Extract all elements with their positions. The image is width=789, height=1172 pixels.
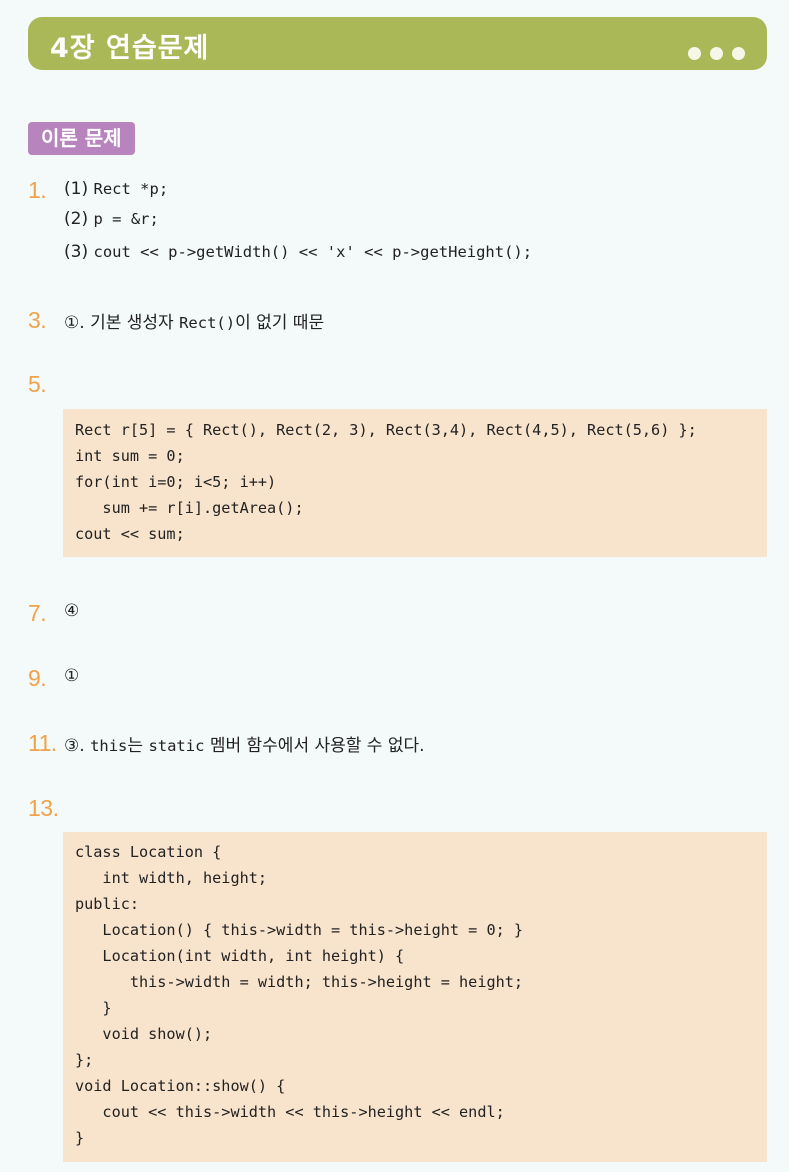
code-line: cout << this->width << this->height << e… (75, 1103, 505, 1121)
q1-marker: (1) (64, 179, 89, 199)
code-line: this->width = width; this->height = heig… (75, 973, 524, 991)
q1-line-1: (1) Rect *p; (64, 179, 168, 199)
question-number-1: 1. (28, 177, 47, 203)
question-number-13: 13. (28, 795, 59, 821)
question-number-3: 3. (28, 307, 47, 333)
code-line: int sum = 0; (75, 447, 185, 465)
code-line: void show(); (75, 1025, 213, 1043)
q7-answer: ④ (64, 601, 80, 621)
q3-code: Rect() (179, 314, 236, 332)
question-number-7: 7. (28, 600, 47, 626)
dot-icon (732, 47, 745, 60)
code-block-q13: class Location { int width, height; publ… (63, 832, 767, 1162)
q9-answer: ① (64, 666, 80, 686)
q11-answer: ③. this는 static 멤버 함수에서 사용할 수 없다. (64, 731, 425, 756)
code-line: public: (75, 895, 140, 913)
code-line: }; (75, 1051, 94, 1069)
q11-text-end: 멤버 함수에서 사용할 수 없다. (204, 736, 425, 756)
section-badge: 이론 문제 (28, 122, 135, 155)
q3-text-end: 이 없기 때문 (235, 313, 325, 333)
q11-marker: ③. (64, 736, 85, 756)
code-line: cout << sum; (75, 525, 185, 543)
q1-line-3: (3) cout << p->getWidth() << 'x' << p->g… (64, 242, 532, 262)
code-block-q5: Rect r[5] = { Rect(), Rect(2, 3), Rect(3… (63, 409, 767, 557)
question-number-5: 5. (28, 371, 47, 397)
chapter-title: 4장 연습문제 (50, 33, 210, 64)
dot-icon (710, 47, 723, 60)
q1-marker: (2) (64, 209, 89, 229)
code-line: Rect r[5] = { Rect(), Rect(2, 3), Rect(3… (75, 421, 697, 439)
q3-marker: ①. (64, 313, 85, 333)
q11-code: static (148, 737, 205, 755)
q3-answer: ①. 기본 생성자 Rect()이 없기 때문 (64, 308, 324, 333)
code-line: Location(int width, int height) { (75, 947, 405, 965)
header-dots (688, 47, 745, 60)
q3-text: 기본 생성자 (90, 313, 180, 333)
q1-line-2: (2) p = &r; (64, 209, 159, 229)
code-line: Location() { this->width = this->height … (75, 921, 524, 939)
dot-icon (688, 47, 701, 60)
q1-code: p = &r; (93, 210, 159, 228)
code-line: class Location { (75, 843, 222, 861)
code-line: sum += r[i].getArea(); (75, 499, 304, 517)
question-number-9: 9. (28, 665, 47, 691)
question-number-11: 11. (28, 730, 57, 756)
q1-marker: (3) (64, 242, 89, 262)
q1-code: cout << p->getWidth() << 'x' << p->getHe… (93, 243, 533, 261)
code-line: void Location::show() { (75, 1077, 286, 1095)
q11-code: this (90, 737, 128, 755)
q11-text: 는 (127, 736, 149, 756)
code-line: for(int i=0; i<5; i++) (75, 473, 277, 491)
code-line: int width, height; (75, 869, 268, 887)
chapter-header: 4장 연습문제 (28, 17, 767, 70)
q1-code: Rect *p; (93, 180, 169, 198)
code-line: } (75, 999, 112, 1017)
code-line: } (75, 1129, 85, 1147)
